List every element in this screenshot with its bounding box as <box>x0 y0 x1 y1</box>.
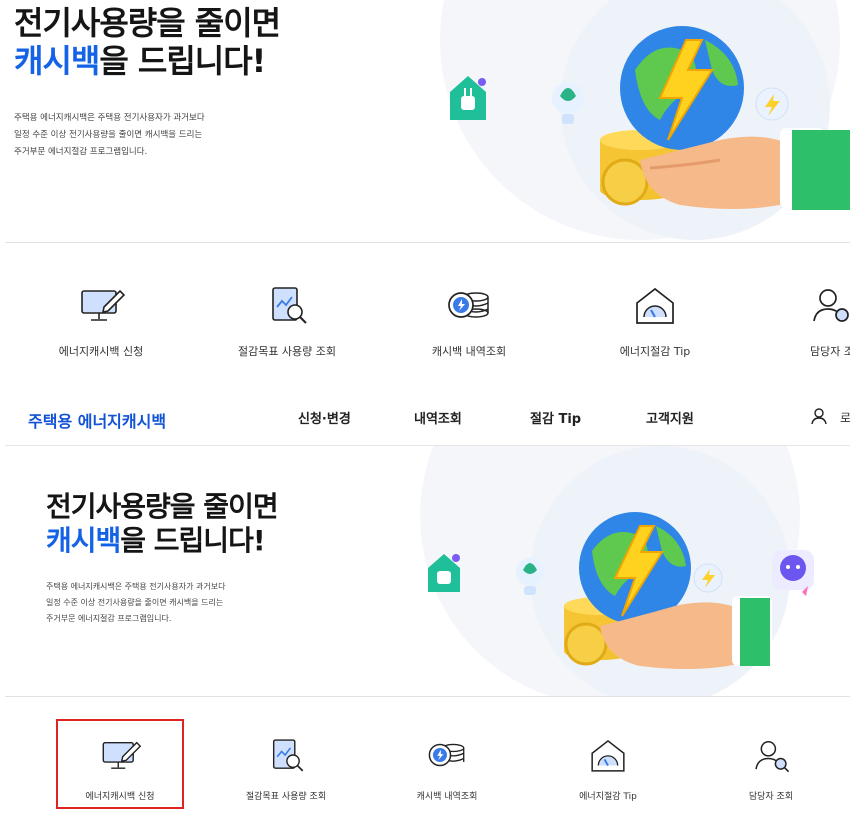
quick-menu-top: 에너지캐시백 신청 절감목표 사용량 조회 캐시백 내역조회 에너지절감 Tip… <box>0 243 850 378</box>
hero-desc-line1: 주택용 에너지캐시백은 주택용 전기사용자가 과거보다 <box>14 113 205 123</box>
report-search-icon <box>261 733 311 777</box>
globe-art <box>620 26 744 150</box>
monitor-pen-icon <box>76 283 126 327</box>
hero-title-line2: 캐시백을 드립니다! <box>14 42 280 80</box>
gnb-link-customer-support[interactable]: 고객지원 <box>646 408 694 427</box>
quick-item-manager-lookup[interactable]: 담당자 조 <box>790 283 850 359</box>
hero-title-top: 전기사용량을 줄이면 캐시백을 드립니다! <box>14 4 281 81</box>
hero-desc-line1: 주택용 에너지캐시백은 주택용 전기사용자가 과거보다 <box>46 582 226 591</box>
quick-item-energy-cashback-apply[interactable]: 에너지캐시백 신청 <box>46 283 156 359</box>
coin-stack-icon <box>422 733 472 777</box>
bulb-icon <box>552 82 584 124</box>
lightning-badge-icon <box>693 563 723 593</box>
hero-desc-line3: 주거부문 에너지절감 프로그램입니다. <box>46 614 172 623</box>
quick-label: 담당자 조회 <box>748 792 794 802</box>
house-plug-icon <box>428 554 460 592</box>
quick-label: 캐시백 내역조회 <box>416 792 478 802</box>
quick-label: 담당자 조 <box>810 345 850 358</box>
quick-item-saving-target-usage[interactable]: 절감목표 사용량 조회 <box>222 283 352 359</box>
house-gauge-icon <box>630 283 680 327</box>
hero-section-top: 전기사용량을 줄이면 캐시백을 드립니다! 주택용 에너지캐시백은 주택용 전기… <box>0 0 850 243</box>
hero-desc-line3: 주거부문 에너지절감 프로그램입니다. <box>14 147 148 157</box>
person-search-icon <box>746 733 796 777</box>
quick-item-cashback-history[interactable]: 캐시백 내역조회 <box>392 733 502 802</box>
report-search-icon <box>262 283 312 327</box>
quick-label: 캐시백 내역조회 <box>431 345 507 358</box>
house-gauge-icon <box>583 733 633 777</box>
site-logo[interactable]: 주택용 에너지캐시백 <box>28 408 166 432</box>
hero-illustration-top <box>420 0 850 243</box>
quick-item-cashback-history[interactable]: 캐시백 내역조회 <box>414 283 524 359</box>
hero-section-bottom: 전기사용량을 줄이면 캐시백을 드립니다! 주택용 에너지캐시백은 주택용 전기… <box>0 446 850 696</box>
highlight-selection-box <box>56 719 184 809</box>
quick-label: 절감목표 사용량 조회 <box>245 792 327 802</box>
hero-title-bottom: 전기사용량을 줄이면 캐시백을 드립니다! <box>46 490 279 558</box>
hero-title-line1: 전기사용량을 줄이면 <box>14 4 281 42</box>
quick-label: 에너지절감 Tip <box>619 345 691 358</box>
hero-title-accent: 캐시백 <box>46 523 121 557</box>
quick-item-energy-saving-tip[interactable]: 에너지절감 Tip <box>600 283 710 359</box>
smart-plug-icon <box>772 550 814 596</box>
hero-description-bottom: 주택용 에너지캐시백은 주택용 전기사용자가 과거보다 일정 수준 이상 전기사… <box>46 579 225 627</box>
person-search-icon <box>806 283 850 327</box>
coin-stack-icon <box>444 283 494 327</box>
hero-desc-line2: 일정 수준 이상 전기사용량을 줄이면 캐시백을 드리는 <box>14 130 203 140</box>
hero-description-top: 주택용 에너지캐시백은 주택용 전기사용자가 과거보다 일정 수준 이상 전기사… <box>14 110 205 161</box>
quick-item-energy-saving-tip[interactable]: 에너지절감 Tip <box>553 733 663 802</box>
hero-illustration-bottom <box>410 446 850 696</box>
bulb-icon <box>516 558 544 595</box>
house-plug-icon <box>450 76 486 120</box>
gnb-link-apply-change[interactable]: 신청·변경 <box>298 408 351 427</box>
gnb-cut-text[interactable]: 로 <box>840 409 850 426</box>
quick-item-manager-lookup[interactable]: 담당자 조회 <box>716 733 826 802</box>
hero-desc-line2: 일정 수준 이상 전기사용량을 줄이면 캐시백을 드리는 <box>46 598 224 607</box>
user-icon[interactable] <box>810 407 828 429</box>
quick-label: 절감목표 사용량 조회 <box>237 345 337 358</box>
hero-title-rest: 을 드립니다! <box>99 42 266 81</box>
hero-title-rest: 을 드립니다! <box>120 523 265 557</box>
lightning-badge-icon <box>755 87 789 121</box>
quick-label: 에너지절감 Tip <box>579 792 637 802</box>
hero-title-accent: 캐시백 <box>14 42 100 81</box>
quick-item-saving-target-usage[interactable]: 절감목표 사용량 조회 <box>226 733 346 802</box>
quick-label: 에너지캐시백 신청 <box>58 345 144 358</box>
hero-title-line1: 전기사용량을 줄이면 <box>46 490 279 523</box>
hero-title-line2: 캐시백을 드립니다! <box>46 524 278 558</box>
gnb-link-history[interactable]: 내역조회 <box>414 408 462 427</box>
gnb-link-saving-tip[interactable]: 절감 Tip <box>530 408 581 427</box>
